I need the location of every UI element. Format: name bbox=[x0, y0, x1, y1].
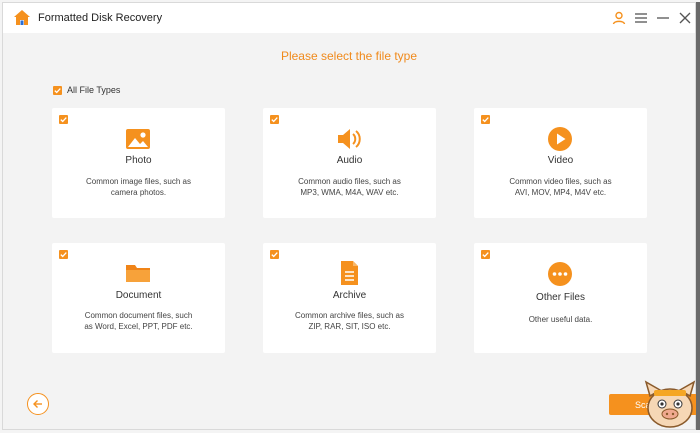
checkbox-icon[interactable] bbox=[53, 85, 62, 95]
file-type-card-other[interactable]: Other Files Other useful data. bbox=[474, 243, 647, 353]
app-title: Formatted Disk Recovery bbox=[38, 12, 163, 24]
all-file-types-label: All File Types bbox=[67, 85, 121, 95]
checkbox-icon[interactable] bbox=[270, 115, 279, 124]
checkbox-icon[interactable] bbox=[270, 250, 279, 259]
file-type-card-archive[interactable]: Archive Common archive files, such as ZIP… bbox=[263, 243, 436, 353]
app-window: Formatted Disk Recovery Please select th… bbox=[2, 2, 699, 430]
menu-icon[interactable] bbox=[633, 10, 649, 26]
file-type-name: Photo bbox=[125, 155, 152, 166]
file-type-card-document[interactable]: Document Common document files, such as W… bbox=[52, 243, 225, 353]
folder-icon bbox=[126, 265, 150, 282]
back-button[interactable] bbox=[27, 393, 49, 415]
file-type-description: Other useful data. bbox=[528, 315, 593, 324]
checkbox-icon[interactable] bbox=[481, 250, 490, 259]
file-type-name: Other Files bbox=[536, 292, 585, 303]
file-type-description: Common audio files, such as MP3, WMA, M4A… bbox=[298, 177, 401, 197]
audio-icon bbox=[338, 129, 361, 149]
file-type-name: Audio bbox=[336, 155, 363, 166]
checkbox-icon[interactable] bbox=[59, 250, 68, 259]
checkbox-icon[interactable] bbox=[59, 115, 68, 124]
background-window-edge bbox=[696, 2, 700, 430]
user-icon[interactable] bbox=[611, 10, 627, 26]
archive-icon bbox=[341, 261, 358, 285]
photo-icon bbox=[126, 129, 150, 149]
close-icon[interactable] bbox=[677, 10, 693, 26]
file-type-card-photo[interactable]: Photo Common image files, such as camera … bbox=[52, 108, 225, 218]
file-type-name: Archive bbox=[332, 290, 367, 301]
file-type-description: Common video files, such as AVI, MOV, MP4… bbox=[509, 177, 612, 197]
file-type-description: Common document files, such as Word, Exce… bbox=[84, 311, 193, 331]
more-icon bbox=[548, 262, 572, 286]
file-type-name: Document bbox=[115, 290, 162, 301]
file-type-card-audio[interactable]: Audio Common audio files, such as MP3, WM… bbox=[263, 108, 436, 218]
file-type-description: Common image files, such as camera photos… bbox=[86, 177, 191, 197]
page-title: Please select the file type bbox=[280, 49, 418, 63]
title-bar: Formatted Disk Recovery bbox=[3, 3, 695, 33]
arrow-left-icon bbox=[33, 400, 42, 408]
minimize-icon[interactable] bbox=[655, 10, 671, 26]
checkbox-icon[interactable] bbox=[481, 115, 490, 124]
video-icon bbox=[548, 127, 572, 151]
home-icon[interactable] bbox=[13, 9, 31, 27]
file-type-description: Common archive files, such as ZIP, RAR, S… bbox=[295, 311, 404, 331]
all-file-types-checkbox[interactable]: All File Types bbox=[53, 85, 120, 95]
pig-mascot-icon bbox=[644, 380, 696, 428]
file-type-name: Video bbox=[547, 155, 574, 166]
file-type-card-video[interactable]: Video Common video files, such as AVI, MO… bbox=[474, 108, 647, 218]
